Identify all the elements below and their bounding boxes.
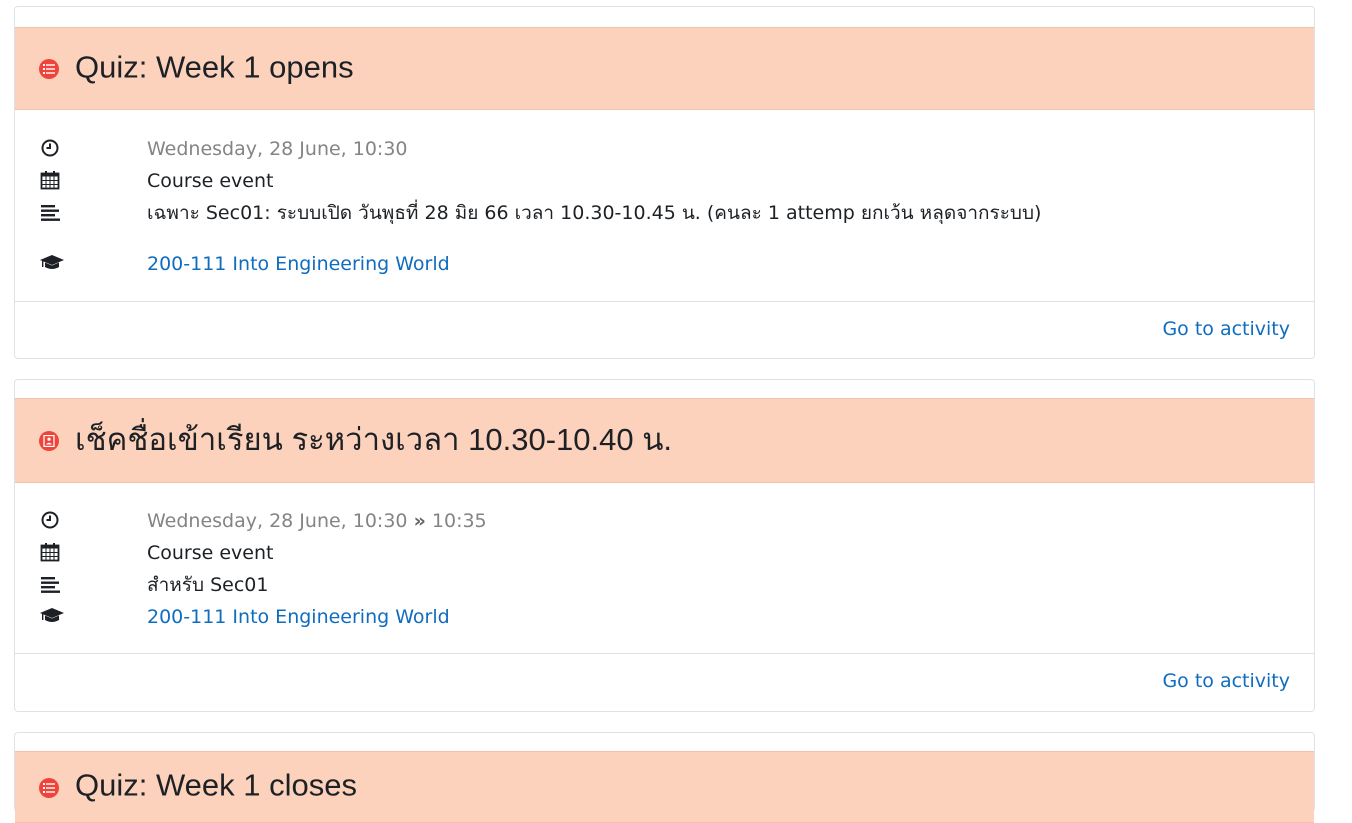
go-to-activity-link[interactable]: Go to activity — [1162, 318, 1290, 340]
attendance-icon — [39, 430, 59, 451]
calendar-icon — [40, 542, 60, 562]
course-link[interactable]: 200-111 Into Engineering World — [147, 605, 450, 629]
event-type-row: Course event — [15, 540, 1314, 566]
event-type-row: Course event — [15, 168, 1314, 194]
quiz-icon — [39, 778, 59, 798]
quiz-icon — [39, 58, 59, 79]
event-course-row: 200-111 Into Engineering World — [15, 604, 1314, 630]
event-footer: Go to activity — [15, 653, 1314, 712]
description-icon — [40, 202, 61, 222]
event-title[interactable]: Quiz: Week 1 closes — [75, 768, 357, 804]
event-date-row: Wednesday, 28 June, 10:30 » 10:35 — [15, 508, 1314, 534]
event-description: สำหรับ Sec01 — [147, 574, 269, 596]
event-card: Quiz: Week 1 closes — [14, 732, 1315, 823]
event-type: Course event — [147, 170, 274, 192]
date-separator: » — [413, 510, 426, 532]
event-date-row: Wednesday, 28 June, 10:30 — [15, 136, 1314, 162]
graduation-cap-icon — [40, 606, 64, 626]
clock-icon — [40, 510, 60, 530]
description-icon — [40, 574, 61, 594]
event-date: Wednesday, 28 June, 10:30 — [147, 510, 408, 532]
calendar-icon — [40, 170, 60, 190]
event-description-row: เฉพาะ Sec01: ระบบเปิด วันพุธที่ 28 มิย 6… — [15, 200, 1314, 226]
event-header: Quiz: Week 1 opens — [15, 27, 1314, 110]
event-title[interactable]: เช็คชื่อเข้าเรียน ระหว่างเวลา 10.30-10.4… — [75, 414, 672, 464]
event-course-row: 200-111 Into Engineering World — [15, 251, 1314, 277]
event-description: เฉพาะ Sec01: ระบบเปิด วันพุธที่ 28 มิย 6… — [147, 202, 1042, 224]
event-title[interactable]: Quiz: Week 1 opens — [75, 49, 354, 85]
event-date: Wednesday, 28 June, 10:30 — [147, 138, 408, 160]
event-card: เช็คชื่อเข้าเรียน ระหว่างเวลา 10.30-10.4… — [14, 379, 1315, 712]
go-to-activity-link[interactable]: Go to activity — [1162, 670, 1290, 692]
event-date-range: Wednesday, 28 June, 10:30 » 10:35 — [147, 509, 487, 533]
event-header: Quiz: Week 1 closes — [15, 751, 1314, 823]
event-card: Quiz: Week 1 opens Wednesday, 28 June, 1… — [14, 6, 1315, 359]
event-header: เช็คชื่อเข้าเรียน ระหว่างเวลา 10.30-10.4… — [15, 398, 1314, 483]
event-description-row: สำหรับ Sec01 — [15, 572, 1314, 598]
graduation-cap-icon — [40, 253, 64, 273]
event-footer: Go to activity — [15, 301, 1314, 359]
event-date-end: 10:35 — [431, 510, 487, 532]
clock-icon — [40, 138, 60, 158]
course-link[interactable]: 200-111 Into Engineering World — [147, 252, 450, 276]
event-type: Course event — [147, 542, 274, 564]
